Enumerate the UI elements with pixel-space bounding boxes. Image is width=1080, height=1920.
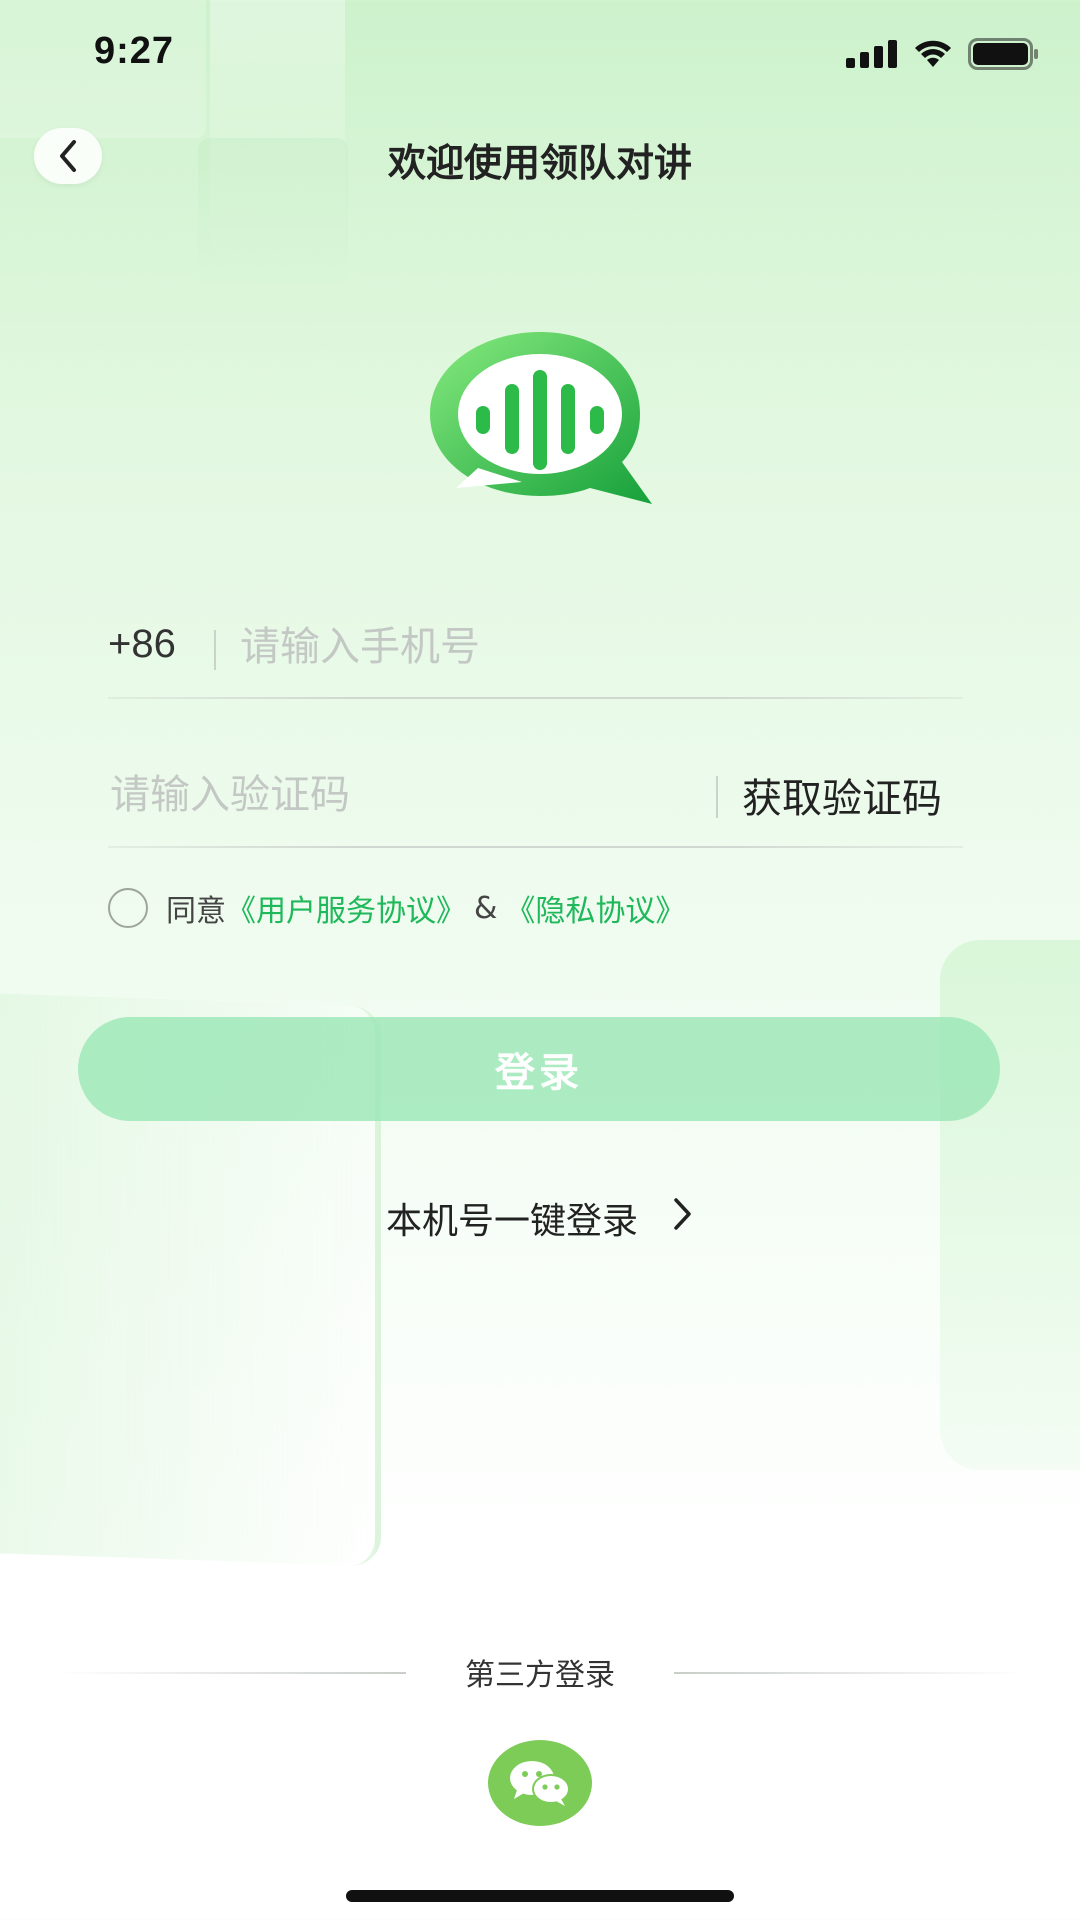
divider (716, 776, 718, 818)
phone-underline (108, 697, 963, 699)
agreement-amp: & (474, 890, 498, 926)
wechat-icon (510, 1761, 570, 1806)
code-underline (108, 846, 963, 848)
phone-input[interactable] (238, 618, 942, 676)
phone-row: +86 (108, 610, 963, 700)
one-key-login-label: 本机号一键登录 (385, 1201, 638, 1242)
agree-checkbox[interactable] (108, 888, 148, 928)
divider-line (674, 1672, 1024, 1674)
battery-icon (968, 38, 1038, 70)
chevron-right-icon (672, 1197, 694, 1240)
one-key-login-button[interactable]: 本机号一键登录 (0, 1192, 1080, 1244)
code-row: 获取验证码 (108, 758, 978, 848)
agreement-row: 同意 《用户服务协议》 & 《隐私协议》 (108, 886, 685, 930)
login-button[interactable]: 登录 (78, 1017, 1000, 1121)
wifi-icon (915, 40, 951, 67)
voice-chat-bubble-logo (430, 332, 652, 504)
status-icons (846, 38, 1040, 70)
status-time: 9:27 (94, 30, 175, 72)
third-party-divider: 第三方登录 (0, 1650, 1080, 1694)
status-bar: 9:27 (0, 0, 1080, 110)
agree-prefix: 同意 (166, 894, 226, 929)
page-title: 欢迎使用领队对讲 (387, 141, 692, 185)
wechat-login-button[interactable] (488, 1740, 592, 1826)
privacy-link[interactable]: 《隐私协议》 (505, 886, 685, 930)
divider (214, 630, 216, 670)
get-code-button[interactable]: 获取验证码 (742, 766, 942, 824)
user-agreement-link[interactable]: 《用户服务协议》 (226, 886, 466, 930)
cellular-signal-icon (846, 40, 897, 68)
home-indicator (346, 1890, 734, 1902)
country-code[interactable]: +86 (108, 622, 176, 667)
verification-code-input[interactable] (108, 766, 692, 824)
